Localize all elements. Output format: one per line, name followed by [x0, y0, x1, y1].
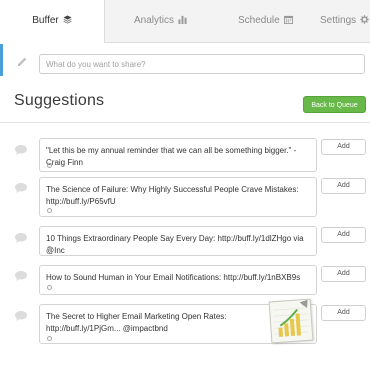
divider — [0, 122, 370, 123]
tab-buffer-label: Buffer — [32, 15, 59, 26]
suggestion-text: How to Sound Human in Your Email Notific… — [46, 273, 301, 282]
tab-schedule[interactable]: Schedule — [238, 0, 293, 42]
composer-accent-bar — [0, 44, 3, 76]
pencil-icon — [18, 57, 27, 66]
tab-schedule-label: Schedule — [238, 15, 280, 26]
comment-icon — [15, 311, 27, 321]
page-title: Suggestions — [14, 92, 105, 109]
comment-icon — [15, 233, 27, 243]
add-button[interactable]: Add — [321, 178, 366, 194]
comment-icon — [15, 183, 27, 193]
comment-icon — [15, 145, 27, 155]
suggestion-card: How to Sound Human in Your Email Notific… — [39, 265, 317, 295]
bar-chart-icon — [178, 15, 187, 24]
tab-settings-label: Settings — [320, 15, 357, 26]
tab-bar: Buffer Analytics Schedule Settings — [0, 0, 370, 43]
clock-icon — [47, 285, 52, 290]
calendar-icon — [283, 15, 293, 24]
add-button[interactable]: Add — [321, 305, 366, 321]
comment-icon — [15, 271, 27, 281]
share-input[interactable] — [39, 54, 365, 74]
suggestion-card: The Science of Failure: Why Highly Succe… — [39, 177, 317, 217]
clock-icon — [47, 163, 52, 168]
gear-icon — [360, 15, 369, 24]
suggestion-text: The Science of Failure: Why Highly Succe… — [46, 185, 299, 206]
tab-buffer[interactable]: Buffer — [0, 0, 105, 43]
tab-settings[interactable]: Settings — [320, 0, 369, 42]
back-to-queue-button[interactable]: Back to Queue — [303, 96, 366, 113]
add-button[interactable]: Add — [321, 266, 366, 282]
clock-icon — [47, 208, 52, 213]
clock-icon — [47, 246, 52, 251]
tab-analytics[interactable]: Analytics — [134, 0, 187, 42]
tab-analytics-label: Analytics — [134, 15, 175, 26]
suggestion-text: "Let this be my annual reminder that we … — [46, 146, 297, 167]
clock-icon — [47, 336, 52, 341]
suggestion-card: "Let this be my annual reminder that we … — [39, 138, 317, 172]
add-button[interactable]: Add — [321, 139, 366, 155]
sticker-chart-icon — [268, 298, 314, 344]
layers-icon — [63, 15, 72, 24]
suggestion-card: 10 Things Extraordinary People Say Every… — [39, 226, 317, 256]
add-button[interactable]: Add — [321, 227, 366, 243]
suggestion-text: 10 Things Extraordinary People Say Every… — [46, 234, 304, 255]
